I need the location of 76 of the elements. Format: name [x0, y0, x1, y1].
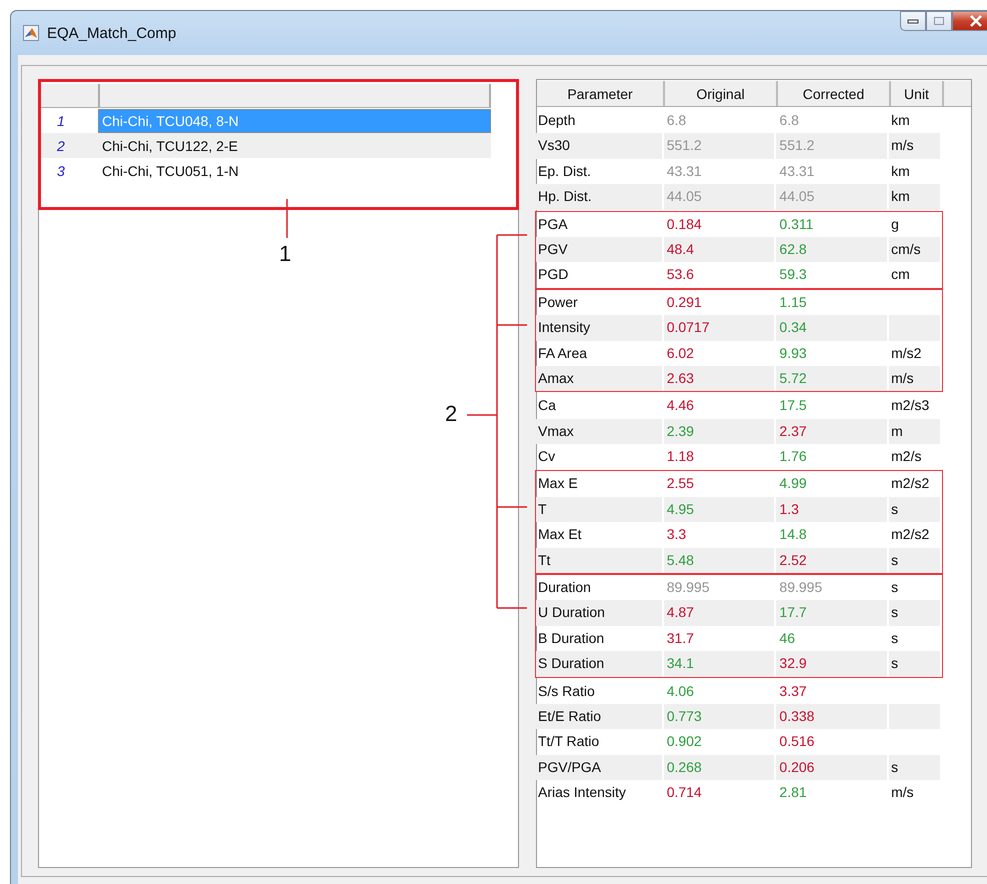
parameter-cell: T — [536, 496, 664, 522]
corrected-value-cell: 59.3 — [776, 262, 890, 288]
unit-cell: m/s — [889, 133, 942, 159]
corrected-value-cell: 17.7 — [776, 600, 890, 626]
original-value-cell: 53.6 — [664, 262, 776, 288]
parameter-cell: Arias Intensity — [536, 780, 664, 806]
window-title: EQA_Match_Comp — [47, 24, 176, 42]
unit-cell: m — [889, 418, 942, 444]
column-header: Original — [665, 81, 778, 106]
corrected-value-cell: 551.2 — [776, 133, 890, 159]
minimize-icon — [907, 18, 919, 24]
unit-cell: km — [889, 184, 942, 210]
corrected-value-cell: 32.9 — [776, 651, 890, 677]
callout-label: 2 — [445, 401, 458, 427]
unit-cell: s — [889, 496, 942, 522]
original-value-cell: 0.268 — [664, 754, 776, 780]
parameter-cell: Amax — [536, 366, 664, 392]
row-number: 3 — [56, 162, 66, 178]
unit-cell: s — [889, 600, 942, 626]
app-logo-icon — [23, 25, 39, 41]
corrected-value-cell: 2.37 — [776, 418, 890, 444]
close-button[interactable] — [952, 11, 987, 31]
corrected-value-cell: 5.72 — [776, 366, 890, 392]
parameter-cell: Et/E Ratio — [536, 704, 664, 730]
column-header: Unit — [891, 81, 944, 106]
original-value-cell: 0.0717 — [664, 315, 776, 341]
original-value-cell: 4.87 — [664, 600, 776, 626]
parameter-cell: Tt — [536, 548, 664, 574]
minimize-button[interactable] — [900, 11, 926, 31]
original-value-cell: 44.05 — [664, 184, 776, 210]
original-value-cell: 34.1 — [664, 651, 776, 677]
corrected-value-cell: 62.8 — [776, 236, 890, 262]
parameter-cell: Vs30 — [536, 133, 664, 159]
row-number: 1 — [56, 112, 66, 128]
row-number: 2 — [56, 138, 66, 154]
corrected-value-cell: 0.206 — [776, 754, 890, 780]
corrected-value-cell: 2.81 — [776, 780, 890, 806]
corrected-value-cell: 1.3 — [776, 496, 890, 522]
original-value-cell: 0.773 — [664, 704, 776, 730]
unit-cell: s — [889, 651, 942, 677]
original-value-cell: 551.2 — [664, 133, 776, 159]
parameter-cell: PGV/PGA — [536, 754, 664, 780]
corrected-value-cell: 2.52 — [776, 548, 890, 574]
original-value-cell: 1.18 — [664, 444, 776, 470]
parameter-cell: U Duration — [536, 600, 664, 626]
corrected-value-cell: 0.338 — [776, 704, 890, 730]
parameter-cell: Vmax — [536, 418, 664, 444]
unit-cell: cm — [889, 262, 942, 288]
parameter-cell: PGD — [536, 262, 664, 288]
record-row[interactable]: Chi-Chi, TCU051, 1-N — [98, 158, 491, 182]
original-value-cell: 4.95 — [664, 496, 776, 522]
corrected-value-cell: 44.05 — [776, 184, 890, 210]
original-value-cell: 0.714 — [664, 780, 776, 806]
unit-cell: m2/s — [889, 444, 942, 470]
unit-cell: cm/s — [889, 236, 942, 262]
original-value-cell: 48.4 — [664, 236, 776, 262]
original-value-cell: 5.48 — [664, 548, 776, 574]
corrected-value-cell: 0.34 — [776, 315, 890, 341]
column-header: Parameter — [537, 81, 665, 106]
unit-cell: s — [889, 754, 942, 780]
parameter-cell: Hp. Dist. — [536, 184, 664, 210]
corrected-value-cell: 1.76 — [776, 444, 890, 470]
maximize-icon — [933, 16, 945, 26]
unit-cell: m/s — [889, 780, 942, 806]
original-value-cell: 2.39 — [664, 418, 776, 444]
unit-cell: s — [889, 548, 942, 574]
record-row[interactable]: Chi-Chi, TCU122, 2-E — [98, 134, 491, 158]
callout-label: 1 — [279, 241, 292, 267]
parameter-cell: S Duration — [536, 651, 664, 677]
original-value-cell: 2.63 — [664, 366, 776, 392]
close-icon — [968, 15, 982, 27]
unit-cell: m/s — [889, 366, 942, 392]
parameter-cell: Cv — [536, 444, 664, 470]
parameter-cell: Intensity — [536, 315, 664, 341]
column-header: Corrected — [778, 81, 891, 106]
parameter-cell: PGV — [536, 236, 664, 262]
